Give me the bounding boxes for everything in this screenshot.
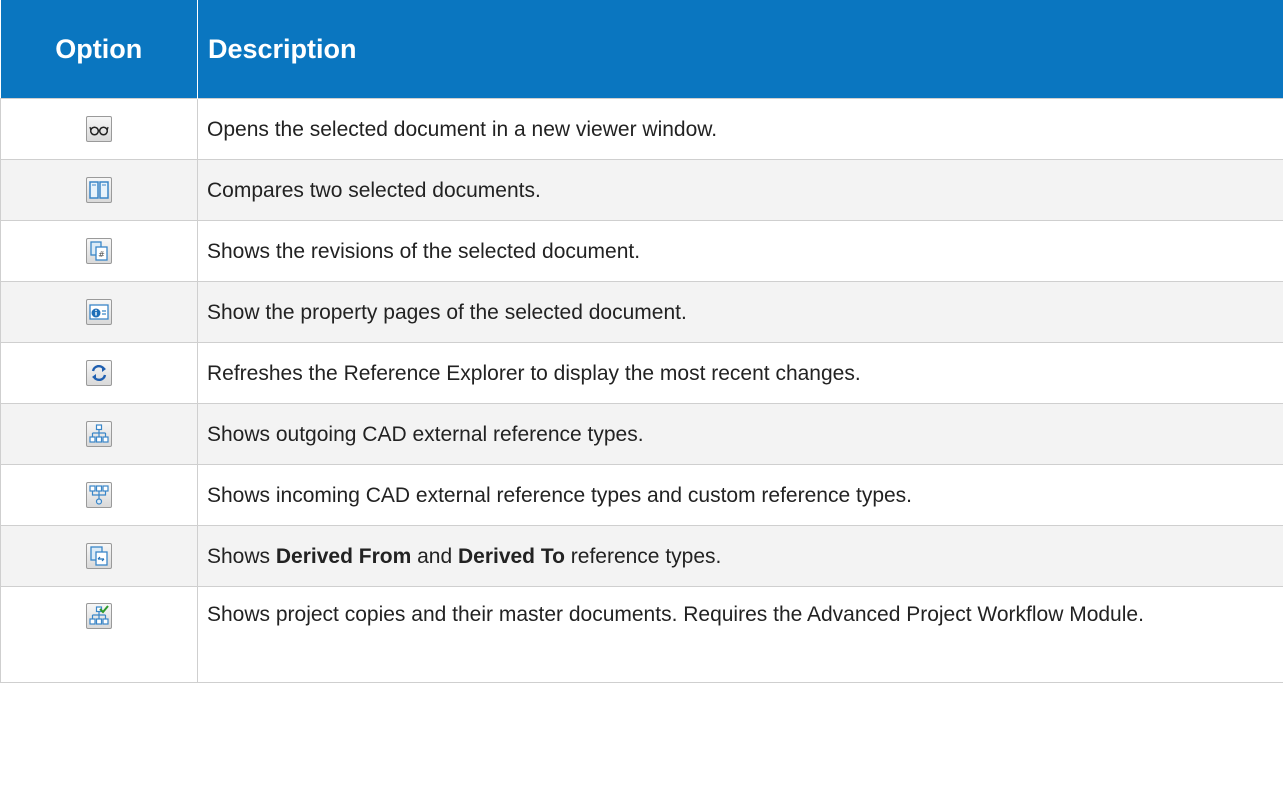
- description-cell: Shows incoming CAD external reference ty…: [197, 464, 1283, 526]
- derived-from-label: Derived From: [275, 544, 412, 568]
- compare-documents-icon[interactable]: [86, 177, 112, 203]
- derived-to-label: Derived To: [457, 544, 565, 568]
- description-cell: Compares two selected documents.: [197, 159, 1283, 221]
- option-cell: #: [0, 220, 198, 282]
- description-cell: Shows outgoing CAD external reference ty…: [197, 403, 1283, 465]
- refresh-icon[interactable]: [86, 360, 112, 386]
- table-row: Shows project copies and their master do…: [0, 586, 1283, 683]
- table-row: Shows outgoing CAD external reference ty…: [0, 403, 1283, 465]
- option-cell: [0, 342, 198, 404]
- description-cell: Show the property pages of the selected …: [197, 281, 1283, 343]
- option-cell: [0, 525, 198, 587]
- project-copies-icon[interactable]: [86, 603, 112, 629]
- incoming-references-icon[interactable]: [86, 482, 112, 508]
- option-cell: [0, 464, 198, 526]
- option-cell: [0, 159, 198, 221]
- revisions-icon[interactable]: #: [86, 238, 112, 264]
- option-cell: [0, 586, 198, 683]
- table-row: Refreshes the Reference Explorer to disp…: [0, 342, 1283, 404]
- option-cell: [0, 403, 198, 465]
- description-cell: Shows project copies and their master do…: [197, 586, 1283, 683]
- derived-references-icon[interactable]: [86, 543, 112, 569]
- description-cell: Opens the selected document in a new vie…: [197, 98, 1283, 160]
- svg-text:#: #: [98, 250, 105, 259]
- properties-icon[interactable]: [86, 299, 112, 325]
- description-cell: Refreshes the Reference Explorer to disp…: [197, 342, 1283, 404]
- description-cell: Shows Derived From and Derived To refere…: [197, 525, 1283, 587]
- header-row: Option Description: [0, 0, 1283, 99]
- description-cell: Shows the revisions of the selected docu…: [197, 220, 1283, 282]
- outgoing-references-icon[interactable]: [86, 421, 112, 447]
- glasses-icon[interactable]: [86, 116, 112, 142]
- option-cell: [0, 98, 198, 160]
- option-header: Option: [0, 0, 198, 99]
- table-row: Shows Derived From and Derived To refere…: [0, 525, 1283, 587]
- table-row: Compares two selected documents.: [0, 159, 1283, 221]
- description-header: Description: [197, 0, 1283, 99]
- description-text: and: [411, 544, 458, 568]
- description-text: Shows: [207, 544, 276, 568]
- table-row: Shows incoming CAD external reference ty…: [0, 464, 1283, 526]
- description-text: reference types.: [564, 544, 722, 568]
- table-row: Show the property pages of the selected …: [0, 281, 1283, 343]
- table-row: # Shows the revisions of the selected do…: [0, 220, 1283, 282]
- option-cell: [0, 281, 198, 343]
- table-row: Opens the selected document in a new vie…: [0, 98, 1283, 160]
- options-table: Option Description Opens the selected do…: [0, 0, 1283, 683]
